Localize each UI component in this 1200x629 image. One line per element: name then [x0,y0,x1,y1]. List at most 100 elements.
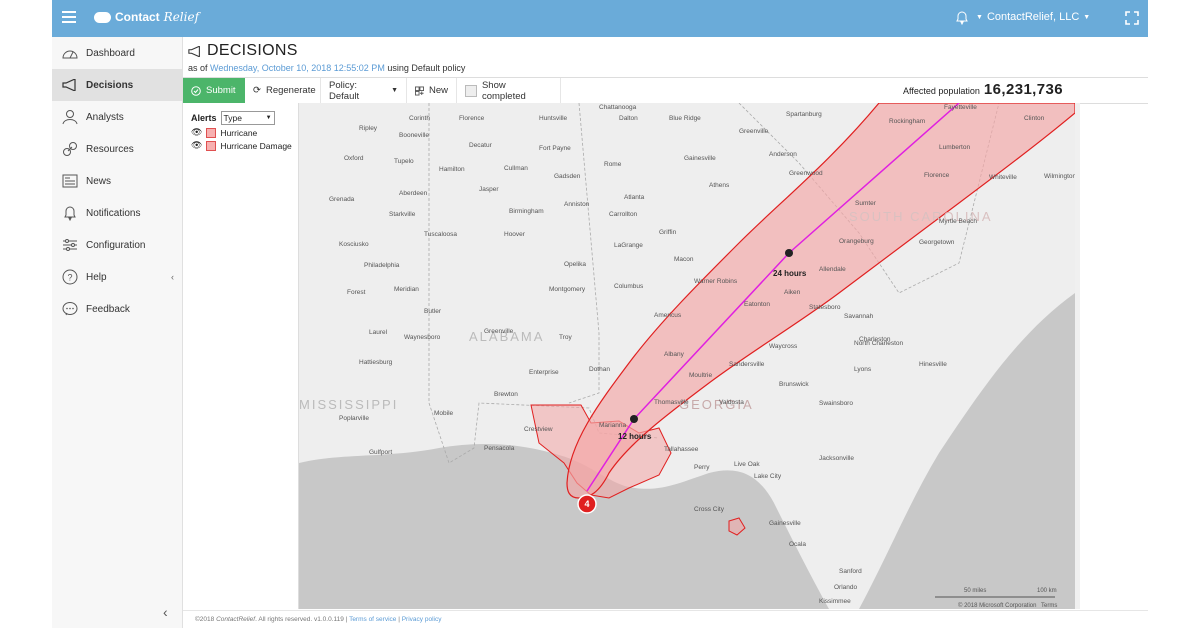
affected-value: 16,231,736 [983,81,1063,98]
regenerate-button[interactable]: ⟳ Regenerate [245,78,321,103]
person-icon [61,108,79,126]
alert-layer-hurricane[interactable]: 👁 Hurricane [191,127,257,138]
privacy-policy-link[interactable]: Privacy policy [402,616,442,623]
app-logo[interactable]: Contact Relief [94,10,199,24]
refresh-icon: ⟳ [253,85,261,96]
city-label: Atlanta [624,194,645,201]
caret-down-icon: ▼ [1083,13,1091,21]
terms-of-service-link[interactable]: Terms of service [349,616,396,623]
regenerate-label: Regenerate [265,85,316,96]
sidebar-item-notifications[interactable]: Notifications [52,197,182,229]
as-of-label: as of [188,63,208,73]
city-label: Anderson [769,151,797,158]
city-label: LaGrange [614,242,643,249]
city-label: Lake City [754,473,782,480]
decision-date[interactable]: Wednesday, October 10, 2018 12:55:02 PM [210,63,385,73]
sidebar-item-news[interactable]: News [52,165,182,197]
policy-label: Policy: Default [329,79,360,102]
alarm-icon[interactable] [954,10,970,26]
city-label: Waynesboro [404,334,441,341]
city-label: Albany [664,351,685,358]
city-label: Sandersville [729,361,765,368]
city-label: Ripley [359,125,378,132]
city-label: Clinton [1024,115,1045,122]
city-label: Spartanburg [786,111,822,118]
label-24-hours: 24 hours [773,269,807,278]
forecast-point-12h[interactable] [630,415,638,423]
city-label: Georgetown [919,239,955,246]
city-label: Gainesville [769,520,801,527]
news-icon [61,172,79,190]
page-title-text: DECISIONS [207,42,298,59]
menu-icon[interactable] [62,11,76,23]
alert-type-select[interactable]: Type ▼ [220,111,275,125]
map-view[interactable]: 12 hours 24 hours 4 ALABAMA GEORGIA SOUT… [299,103,1075,609]
sidebar-item-analysts[interactable]: Analysts [52,101,182,133]
map-terms-link[interactable]: Terms [1041,603,1057,609]
policy-dropdown[interactable]: Policy: Default ▼ [321,78,407,103]
city-label: Chattanooga [599,104,637,111]
city-label: Corinth [409,115,430,122]
city-label: Decatur [469,142,493,149]
map-scrollbar[interactable] [1075,103,1080,609]
sidebar-item-configuration[interactable]: Configuration [52,229,182,261]
city-label: Warner Robins [694,278,738,285]
map-canvas[interactable]: 12 hours 24 hours 4 ALABAMA GEORGIA SOUT… [299,103,1075,609]
grid-icon [415,86,424,95]
city-label: Greenville [484,328,514,335]
alerts-label: Alerts [191,113,217,123]
sidebar-item-label: Decisions [86,79,134,91]
city-label: Aberdeen [399,190,428,197]
city-label: Oxford [344,155,364,162]
eye-icon[interactable]: 👁 [191,140,202,151]
sidebar-item-dashboard[interactable]: Dashboard [52,37,182,69]
city-label: Greenville [739,128,769,135]
city-label: Forest [347,289,366,296]
sidebar-item-feedback[interactable]: Feedback [52,293,182,325]
sidebar-item-resources[interactable]: Resources [52,133,182,165]
city-label: Ocala [789,541,806,548]
show-completed-toggle[interactable]: Show completed [457,78,561,103]
sidebar-item-label: Feedback [86,303,130,315]
alert-layer-label: Hurricane Damage [220,140,292,151]
new-button[interactable]: New [407,78,457,103]
city-label: Rockingham [889,118,925,125]
collapse-sidebar-icon[interactable]: ‹ [163,604,168,620]
city-label: Macon [674,256,694,263]
show-completed-label: Show completed [481,79,526,102]
logo-relief: Relief [163,10,200,24]
alerts-panel: Alerts Type ▼ 👁 Hurricane 👁 Hurricane Da… [183,103,299,609]
alert-layer-hurricane-damage[interactable]: 👁 Hurricane Damage [191,140,292,151]
scale-km: 100 km [1037,588,1057,594]
city-label: Fayetteville [944,104,977,111]
megaphone-icon [61,76,79,94]
city-label: Brewton [494,391,518,398]
city-label: Hamilton [439,166,465,173]
sidebar-item-label: Notifications [86,207,141,219]
sidebar-item-label: Dashboard [86,47,135,59]
eye-icon[interactable]: 👁 [191,127,202,138]
legend-swatch [206,140,217,151]
submit-button[interactable]: Submit [183,78,245,103]
sidebar-item-decisions[interactable]: Decisions [52,69,182,101]
fullscreen-icon[interactable] [1124,10,1140,26]
city-label: Kosciusko [339,241,369,248]
user-name: ContactRelief, LLC [986,11,1080,23]
user-menu[interactable]: ▼ ContactRelief, LLC ▼ [976,11,1090,23]
link-icon [61,140,79,158]
city-label: Hinesville [919,361,947,368]
scale-miles: 50 miles [964,588,986,594]
city-label: Jacksonville [819,455,854,462]
hurricane-category: 4 [584,499,589,509]
forecast-point-24h[interactable] [785,249,793,257]
city-label: Perry [694,464,710,471]
sidebar-item-help[interactable]: ? Help ‹ [52,261,182,293]
show-completed-checkbox[interactable] [465,84,477,97]
affected-population: Affected population 16,231,736 [903,81,1063,98]
city-label: Enterprise [529,369,559,376]
city-label: Florence [924,172,950,179]
bell-icon [61,204,79,222]
city-label: Gulfport [369,449,392,456]
sidebar-item-label: News [86,175,112,187]
chevron-left-icon[interactable]: ‹ [171,272,174,282]
